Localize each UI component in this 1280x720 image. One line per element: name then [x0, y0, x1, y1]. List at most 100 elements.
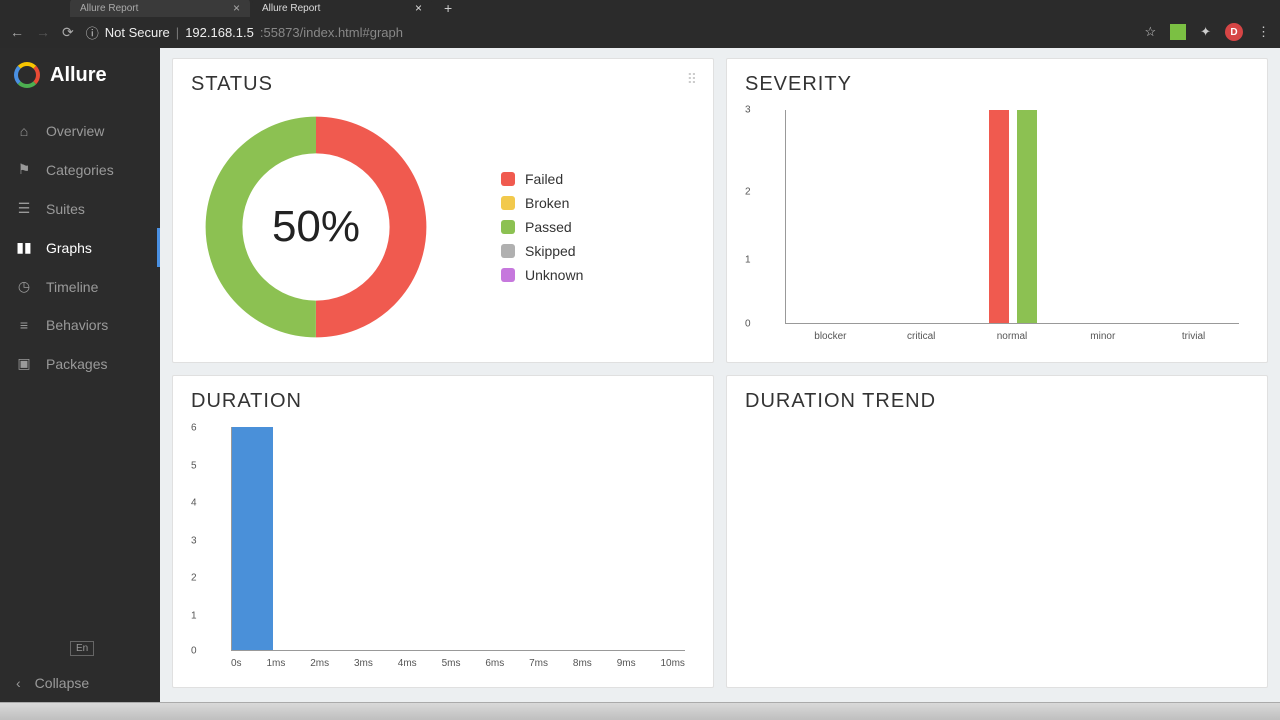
sidebar-item-behaviors[interactable]: ≡ Behaviors — [0, 306, 160, 344]
drag-handle-icon[interactable]: ⠿ — [687, 71, 699, 88]
legend-item: Passed — [501, 219, 583, 235]
legend-item: Unknown — [501, 267, 583, 283]
status-donut-chart: 50% — [201, 112, 431, 342]
x-tick: 7ms — [529, 658, 548, 669]
legend-label: Unknown — [525, 267, 583, 283]
x-tick: 2ms — [310, 658, 329, 669]
menu-icon[interactable]: ⋮ — [1257, 24, 1270, 40]
x-tick: 8ms — [573, 658, 592, 669]
duration-trend-chart — [745, 423, 1249, 673]
close-icon[interactable]: × — [415, 1, 422, 15]
severity-chart: 3 2 1 0 blocker critical normal minor tr… — [745, 106, 1249, 346]
url-field[interactable]: ⓘ Not Secure | 192.168.1.5:55873/index.h… — [86, 23, 1133, 42]
url-host: 192.168.1.5 — [185, 25, 254, 40]
chevron-left-icon: ‹ — [16, 675, 21, 691]
card-duration-trend: DURATION TREND — [726, 375, 1268, 688]
x-tick: normal — [967, 331, 1058, 342]
new-tab-button[interactable]: + — [434, 0, 462, 16]
card-title: DURATION — [191, 390, 695, 413]
legend-item: Skipped — [501, 243, 583, 259]
x-tick: 3ms — [354, 658, 373, 669]
x-tick: 0s — [231, 658, 242, 669]
legend-label: Passed — [525, 219, 572, 235]
sidebar-item-label: Behaviors — [46, 317, 108, 333]
sidebar-item-packages[interactable]: ▣ Packages — [0, 344, 160, 383]
profile-avatar[interactable]: D — [1225, 23, 1243, 41]
x-tick: blocker — [785, 331, 876, 342]
card-title: SEVERITY — [745, 73, 1249, 96]
sidebar-item-graphs[interactable]: ▮▮Graphs — [0, 228, 160, 267]
card-title: DURATION TREND — [745, 390, 1249, 413]
legend-label: Broken — [525, 195, 569, 211]
x-tick: minor — [1057, 331, 1148, 342]
address-bar: ← → ⟳ ⓘ Not Secure | 192.168.1.5:55873/i… — [0, 16, 1280, 48]
collapse-button[interactable]: ‹ Collapse — [0, 664, 160, 702]
card-title: STATUS — [191, 73, 695, 96]
swatch-icon — [501, 172, 515, 186]
swatch-icon — [501, 244, 515, 258]
duration-bar — [232, 427, 273, 650]
browser-tab[interactable]: Allure Report × — [252, 0, 432, 17]
x-tick: 6ms — [485, 658, 504, 669]
tab-bar: Allure Report × Allure Report × + — [0, 0, 1280, 16]
reload-icon[interactable]: ⟳ — [62, 24, 74, 41]
macos-dock — [0, 702, 1280, 720]
duration-chart: 6 5 4 3 2 1 0 0s 1ms 2ms 3ms 4ms — [191, 423, 695, 673]
card-duration: DURATION 6 5 4 3 2 1 0 0s 1ms 2ms — [172, 375, 714, 688]
extensions-icon[interactable]: ✦ — [1200, 24, 1211, 40]
card-status: ⠿ STATUS 50% Failed Broken Passed — [172, 58, 714, 363]
legend-item: Failed — [501, 171, 583, 187]
app: Allure ⌂ Overview ⚑ Categories ☰ Suites ▮▮G… — [0, 48, 1280, 702]
url-path: :55873/index.html#graph — [260, 25, 403, 40]
swatch-icon — [501, 196, 515, 210]
flag-icon: ⚑ — [16, 161, 32, 178]
x-tick: 10ms — [660, 658, 684, 669]
bookmark-icon[interactable]: ☆ — [1144, 24, 1156, 40]
extension-icon[interactable] — [1170, 24, 1186, 40]
sidebar-item-label: Overview — [46, 123, 104, 139]
x-tick: trivial — [1148, 331, 1239, 342]
forward-icon[interactable]: → — [36, 24, 50, 40]
sidebar-item-label: Categories — [46, 162, 114, 178]
brand[interactable]: Allure — [0, 48, 160, 106]
x-tick: 1ms — [266, 658, 285, 669]
sidebar-item-label: Suites — [46, 201, 85, 217]
close-icon[interactable]: × — [233, 1, 240, 15]
list-icon: ≡ — [16, 317, 32, 333]
package-icon: ▣ — [16, 355, 32, 372]
home-icon: ⌂ — [16, 123, 32, 139]
donut-center-label: 50% — [201, 112, 431, 342]
sidebar-item-label: Packages — [46, 356, 107, 372]
brand-name: Allure — [50, 64, 107, 87]
swatch-icon — [501, 268, 515, 282]
x-tick: 4ms — [398, 658, 417, 669]
x-tick: 5ms — [442, 658, 461, 669]
language-selector[interactable]: En — [70, 641, 94, 656]
back-icon[interactable]: ← — [10, 24, 24, 40]
sidebar-item-categories[interactable]: ⚑ Categories — [0, 150, 160, 189]
sidebar-item-timeline[interactable]: ◷ Timeline — [0, 267, 160, 306]
sidebar-item-label: Graphs — [46, 240, 92, 256]
info-icon: ⓘ — [86, 23, 99, 42]
browser-tab[interactable]: Allure Report × — [70, 0, 250, 17]
sidebar-item-overview[interactable]: ⌂ Overview — [0, 112, 160, 150]
severity-bar-passed — [1017, 110, 1037, 323]
collapse-label: Collapse — [35, 675, 89, 691]
severity-bar-failed — [989, 110, 1009, 323]
sidebar-item-label: Timeline — [46, 279, 98, 295]
allure-logo-icon — [14, 62, 40, 88]
card-severity: SEVERITY 3 2 1 0 blocker critical normal… — [726, 58, 1268, 363]
tab-title: Allure Report — [262, 3, 320, 14]
x-tick: 9ms — [617, 658, 636, 669]
legend-label: Failed — [525, 171, 563, 187]
briefcase-icon: ☰ — [16, 200, 32, 217]
sidebar-nav: ⌂ Overview ⚑ Categories ☰ Suites ▮▮Graphs ◷… — [0, 106, 160, 641]
x-tick: critical — [876, 331, 967, 342]
browser-chrome: Allure Report × Allure Report × + ← → ⟳ … — [0, 0, 1280, 48]
status-legend: Failed Broken Passed Skipped Unknown — [501, 171, 583, 283]
legend-label: Skipped — [525, 243, 576, 259]
clock-icon: ◷ — [16, 278, 32, 295]
legend-item: Broken — [501, 195, 583, 211]
sidebar-item-suites[interactable]: ☰ Suites — [0, 189, 160, 228]
swatch-icon — [501, 220, 515, 234]
